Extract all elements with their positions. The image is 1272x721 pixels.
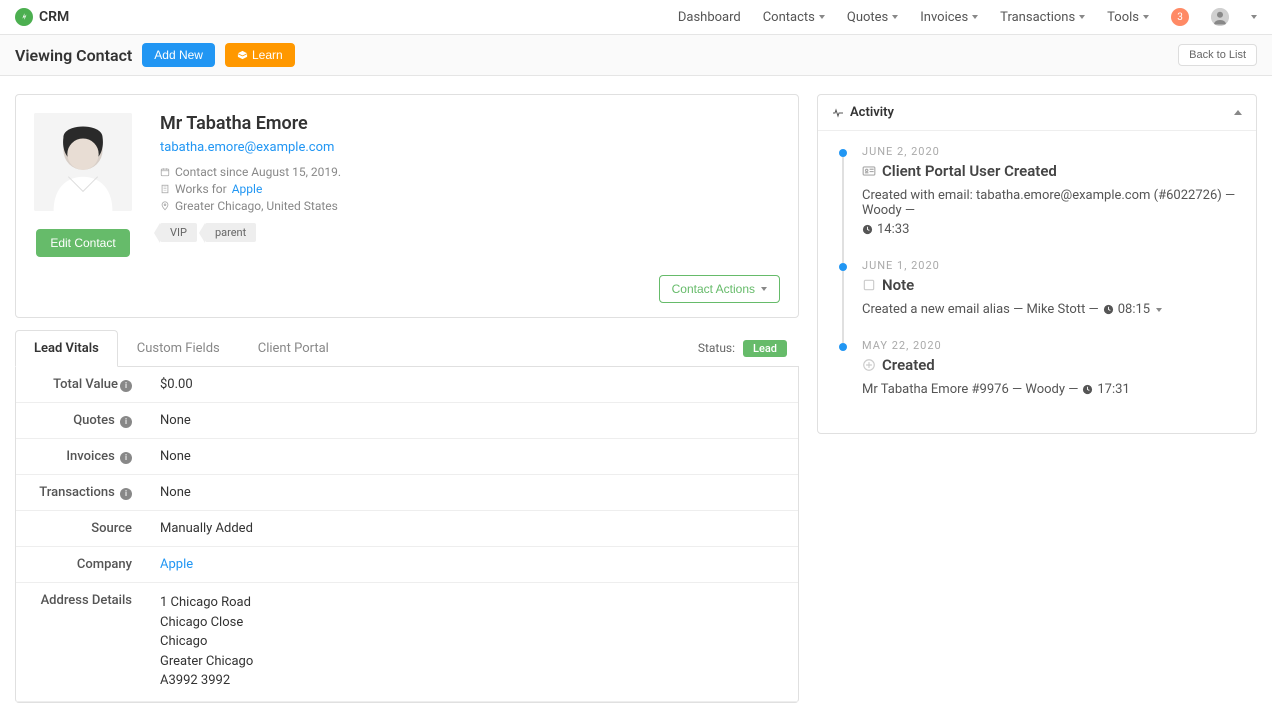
row-transactions: Transactions i None	[16, 475, 798, 511]
chevron-up-icon	[1234, 110, 1242, 115]
vitals-table: Total Valuei $0.00 Quotes i None Invoice…	[16, 367, 798, 702]
status-badge: Lead	[743, 340, 787, 357]
brand-logo-icon	[15, 8, 33, 26]
row-quotes: Quotes i None	[16, 403, 798, 439]
row-address: Address Details 1 Chicago Road Chicago C…	[16, 583, 798, 702]
contact-avatar	[34, 113, 132, 211]
location-icon	[160, 201, 170, 211]
nav-invoices[interactable]: Invoices	[920, 10, 978, 25]
row-source: Source Manually Added	[16, 511, 798, 547]
clock-icon	[1103, 304, 1114, 315]
info-icon[interactable]: i	[120, 452, 132, 464]
edit-contact-button[interactable]: Edit Contact	[36, 229, 129, 257]
topnav: Dashboard Contacts Quotes Invoices Trans…	[678, 8, 1257, 26]
status-label: Status:	[698, 341, 735, 355]
plus-circle-icon	[862, 358, 876, 372]
main: Edit Contact Mr Tabatha Emore tabatha.em…	[0, 76, 1272, 721]
vitals-panel: Total Valuei $0.00 Quotes i None Invoice…	[15, 367, 799, 703]
calendar-icon	[160, 167, 170, 177]
chevron-down-icon	[892, 15, 898, 19]
tab-client-portal[interactable]: Client Portal	[239, 330, 348, 366]
learn-button[interactable]: Learn	[225, 43, 295, 67]
timeline-item: June 2, 2020 Client Portal User Created …	[836, 145, 1238, 259]
contact-location: Greater Chicago, United States	[160, 199, 780, 213]
info-icon[interactable]: i	[120, 488, 132, 500]
subbar: Viewing Contact Add New Learn Back to Li…	[0, 35, 1272, 76]
contact-name: Mr Tabatha Emore	[160, 113, 780, 134]
nav-tools[interactable]: Tools	[1107, 10, 1149, 25]
chevron-down-icon	[1079, 15, 1085, 19]
contact-since: Contact since August 15, 2019.	[160, 165, 780, 179]
chevron-down-icon[interactable]	[1251, 15, 1257, 19]
contact-card: Edit Contact Mr Tabatha Emore tabatha.em…	[15, 94, 799, 318]
tag-parent[interactable]: parent	[205, 223, 256, 242]
chevron-down-icon	[1143, 15, 1149, 19]
nav-transactions[interactable]: Transactions	[1000, 10, 1085, 25]
timeline-item: May 22, 2020 Created Mr Tabatha Emore #9…	[836, 339, 1238, 419]
chevron-down-icon[interactable]	[1156, 308, 1162, 312]
user-avatar[interactable]	[1211, 8, 1229, 26]
timeline-item: June 1, 2020 Note Created a new email al…	[836, 259, 1238, 339]
heartbeat-icon	[832, 107, 844, 119]
nav-dashboard[interactable]: Dashboard	[678, 10, 741, 25]
back-to-list-button[interactable]: Back to List	[1178, 44, 1257, 66]
chevron-down-icon	[972, 15, 978, 19]
id-card-icon	[862, 164, 876, 178]
contact-email[interactable]: tabatha.emore@example.com	[160, 140, 780, 155]
topbar: CRM Dashboard Contacts Quotes Invoices T…	[0, 0, 1272, 35]
activity-card: Activity June 2, 2020 Client Portal User…	[817, 94, 1257, 434]
page-title: Viewing Contact	[15, 46, 132, 65]
tag-vip[interactable]: VIP	[160, 223, 197, 242]
tabs: Lead Vitals Custom Fields Client Portal …	[15, 330, 799, 367]
clock-icon	[1082, 384, 1093, 395]
info-icon[interactable]: i	[120, 380, 132, 392]
row-total-value: Total Valuei $0.00	[16, 367, 798, 403]
tab-lead-vitals[interactable]: Lead Vitals	[15, 330, 118, 367]
building-icon	[160, 184, 170, 194]
info-icon[interactable]: i	[120, 416, 132, 428]
company-link[interactable]: Apple	[232, 182, 263, 196]
nav-quotes[interactable]: Quotes	[847, 10, 898, 25]
activity-header[interactable]: Activity	[818, 95, 1256, 131]
timeline: June 2, 2020 Client Portal User Created …	[818, 131, 1256, 433]
row-company: Company Apple	[16, 547, 798, 583]
company-link[interactable]: Apple	[160, 557, 193, 572]
contact-actions-button[interactable]: Contact Actions	[659, 275, 780, 303]
brand[interactable]: CRM	[15, 8, 69, 26]
note-icon	[862, 278, 876, 292]
brand-text: CRM	[39, 9, 69, 25]
tab-custom-fields[interactable]: Custom Fields	[118, 330, 239, 366]
row-invoices: Invoices i None	[16, 439, 798, 475]
add-new-button[interactable]: Add New	[142, 43, 215, 67]
clock-icon	[862, 224, 873, 235]
learn-icon	[237, 50, 248, 61]
nav-contacts[interactable]: Contacts	[763, 10, 825, 25]
notification-badge[interactable]: 3	[1171, 8, 1189, 26]
chevron-down-icon	[819, 15, 825, 19]
contact-works-for: Works for Apple	[160, 182, 780, 196]
chevron-down-icon	[761, 287, 767, 291]
